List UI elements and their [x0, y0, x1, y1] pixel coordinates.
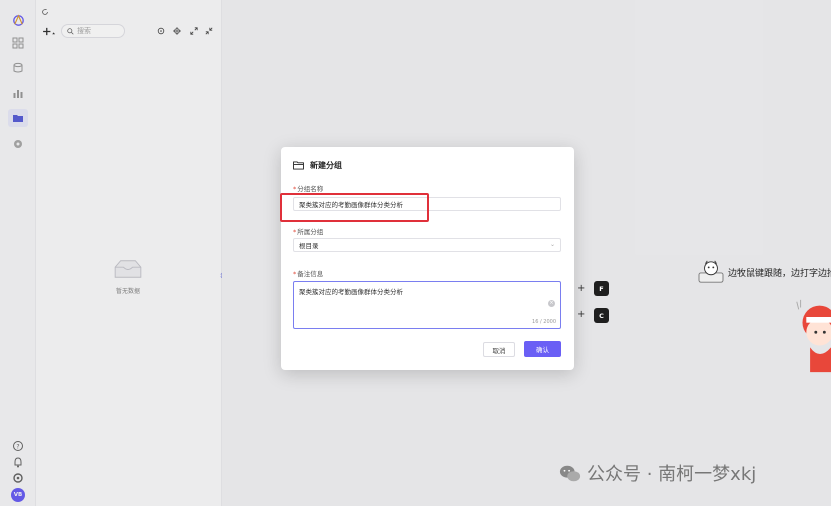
dialog-title-text: 新建分组 — [310, 161, 342, 170]
shortcut-key-f: F — [594, 281, 609, 296]
wechat-icon — [559, 465, 581, 481]
shortcut-key-c: C — [594, 308, 609, 323]
clear-icon[interactable]: × — [548, 300, 555, 307]
parent-group-select[interactable]: 根目录 ⌄ — [293, 238, 561, 252]
folder-open-icon — [293, 161, 304, 170]
remark-textarea[interactable]: 聚类簇对应的考勤画像群体分类分析 × 16 / 2000 — [293, 281, 561, 329]
watermark: 公众号 · 南柯一梦xkj — [559, 460, 756, 486]
annotation-highlight-box — [280, 193, 429, 222]
watermark-text: 公众号 · 南柯一梦xkj — [587, 464, 757, 485]
remark-label: *备注信息 — [293, 270, 324, 278]
parent-group-label: *所属分组 — [293, 228, 324, 236]
mascot-sticker-icon — [793, 298, 831, 378]
remark-value: 聚类簇对应的考勤画像群体分类分析 — [299, 288, 403, 296]
new-group-dialog: 新建分组 *分组名称 聚类簇对应的考勤画像群体分类分析 *所属分组 根目录 ⌄ … — [281, 147, 574, 370]
shortcut-plus-2: + — [577, 309, 586, 320]
group-name-label: *分组名称 — [293, 185, 324, 193]
confirm-button[interactable]: 确认 — [524, 341, 561, 357]
char-count: 16 / 2000 — [532, 319, 556, 325]
parent-group-value: 根目录 — [299, 242, 319, 250]
dog-sticker-icon — [697, 260, 725, 288]
sticker-caption: 边牧鼠键跟随，边打字边抬头 — [728, 269, 831, 279]
cancel-button[interactable]: 取消 — [483, 342, 515, 357]
shortcut-plus: + — [577, 283, 586, 294]
dialog-title: 新建分组 — [293, 160, 342, 171]
chevron-down-icon: ⌄ — [549, 241, 555, 248]
